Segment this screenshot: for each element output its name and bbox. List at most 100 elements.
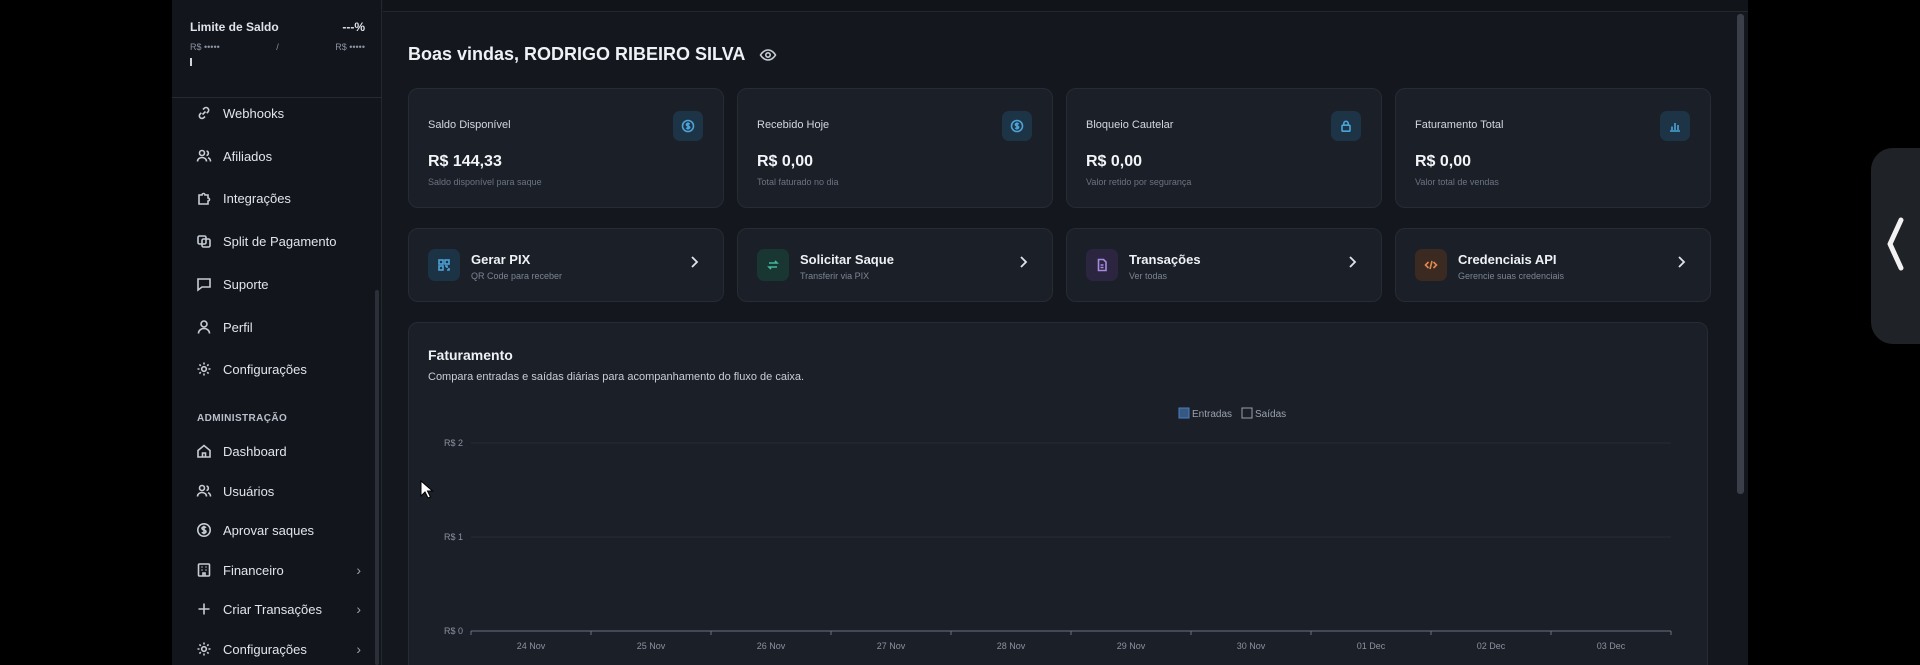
stat-value: R$ 0,00 <box>757 153 814 170</box>
x-tick-label: 28 Nov <box>997 641 1026 651</box>
chevron-right-icon: › <box>356 641 361 657</box>
x-tick-label: 24 Nov <box>517 641 546 651</box>
balance-limit-separator: / <box>276 42 279 52</box>
sidebar: Limite de Saldo ---% R$ ••••• / R$ •••••… <box>172 0 382 665</box>
sidebar-item-label: Usuários <box>223 483 275 499</box>
y-tick-label: R$ 0 <box>444 626 463 636</box>
chevron-right-icon <box>1678 256 1686 268</box>
home-icon <box>196 443 212 459</box>
dollar-circle-icon <box>196 522 212 538</box>
stat-value: R$ 144,33 <box>428 153 502 170</box>
stat-label: Faturamento Total <box>1415 119 1504 131</box>
x-tick-label: 30 Nov <box>1237 641 1266 651</box>
stat-label: Bloqueio Cautelar <box>1086 119 1174 131</box>
sidebar-item-dashboard[interactable]: Dashboard <box>196 439 361 463</box>
mouse-cursor-icon <box>420 480 434 499</box>
dollar-icon <box>1002 111 1032 141</box>
action-transacoes[interactable]: Transações Ver todas <box>1066 228 1382 302</box>
split-icon <box>196 233 212 249</box>
stat-label: Saldo Disponível <box>428 119 511 131</box>
sidebar-item-criar-transacoes[interactable]: Criar Transações › <box>196 597 361 621</box>
y-tick-label: R$ 1 <box>444 532 463 542</box>
x-tick-label: 29 Nov <box>1117 641 1146 651</box>
balance-limit-title: Limite de Saldo <box>190 20 279 34</box>
sidebar-item-webhooks[interactable]: Webhooks <box>196 101 361 125</box>
sidebar-item-split-de-pagamento[interactable]: Split de Pagamento <box>196 229 361 253</box>
sidebar-item-label: Dashboard <box>223 443 287 459</box>
balance-limit-percent: ---% <box>342 20 365 34</box>
puzzle-icon <box>196 190 212 206</box>
balance-limit-widget: Limite de Saldo ---% R$ ••••• / R$ ••••• <box>190 20 365 66</box>
sidebar-item-label: Financeiro <box>223 562 284 578</box>
stat-card-bloqueio-cautelar: Bloqueio Cautelar R$ 0,00 Valor retido p… <box>1066 88 1382 208</box>
sidebar-item-suporte[interactable]: Suporte <box>196 272 361 296</box>
chevron-right-icon: › <box>356 562 361 578</box>
action-subtitle: QR Code para receber <box>471 271 563 281</box>
action-subtitle: Gerencie suas credenciais <box>1458 271 1565 281</box>
top-bar <box>383 0 1748 12</box>
stat-card-faturamento-total: Faturamento Total R$ 0,00 Valor total de… <box>1395 88 1711 208</box>
action-gerar-pix[interactable]: Gerar PIX QR Code para receber <box>408 228 724 302</box>
sidebar-item-configuracoes[interactable]: Configurações <box>196 357 361 381</box>
gear-icon <box>196 641 212 657</box>
bank-icon <box>196 562 212 578</box>
stat-value: R$ 0,00 <box>1415 153 1472 170</box>
sidebar-item-label: Configurações <box>223 361 307 377</box>
stat-card-recebido-hoje: Recebido Hoje R$ 0,00 Total faturado no … <box>737 88 1053 208</box>
balance-limit-progress <box>190 58 192 66</box>
side-panel-handle[interactable] <box>1871 148 1920 344</box>
action-subtitle: Transferir via PIX <box>800 271 870 281</box>
action-solicitar-saque[interactable]: Solicitar Saque Transferir via PIX <box>737 228 1053 302</box>
action-credenciais-api[interactable]: Credenciais API Gerencie suas credenciai… <box>1395 228 1711 302</box>
stat-label: Recebido Hoje <box>757 119 830 131</box>
stat-value: R$ 0,00 <box>1086 153 1143 170</box>
main-scrollbar[interactable] <box>1737 14 1744 494</box>
x-tick-label: 26 Nov <box>757 641 786 651</box>
balance-limit-max: R$ ••••• <box>335 42 365 52</box>
user-icon <box>196 319 212 335</box>
action-subtitle: Ver todas <box>1129 271 1168 281</box>
chevron-left-icon <box>1887 217 1904 271</box>
chevron-right-icon <box>1349 256 1357 268</box>
chevron-right-icon <box>1020 256 1028 268</box>
section-heading-admin: ADMINISTRAÇÃO <box>197 413 288 424</box>
sidebar-item-aprovar-saques[interactable]: Aprovar saques <box>196 518 361 542</box>
sidebar-item-perfil[interactable]: Perfil <box>196 315 361 339</box>
x-tick-label: 01 Dec <box>1357 641 1386 651</box>
sidebar-item-label: Configurações <box>223 641 307 657</box>
action-title: Solicitar Saque <box>800 252 894 267</box>
stat-subtitle: Total faturado no dia <box>757 177 839 187</box>
link-icon <box>196 105 212 121</box>
x-tick-label: 02 Dec <box>1477 641 1506 651</box>
sidebar-item-usuarios[interactable]: Usuários <box>196 479 361 503</box>
sidebar-item-financeiro[interactable]: Financeiro › <box>196 558 361 582</box>
y-tick-label: R$ 2 <box>444 438 463 448</box>
users-icon <box>196 483 212 499</box>
action-title: Gerar PIX <box>471 252 531 267</box>
welcome-text: Boas vindas, RODRIGO RIBEIRO SILVA <box>408 44 746 64</box>
x-tick-label: 25 Nov <box>637 641 666 651</box>
legend-swatch <box>1178 407 1190 419</box>
gear-icon <box>196 361 212 377</box>
chart-panel-faturamento: Faturamento Compara entradas e saídas di… <box>408 322 1708 665</box>
eye-icon[interactable] <box>759 46 777 64</box>
users-icon <box>196 148 212 164</box>
sidebar-item-label: Aprovar saques <box>223 522 315 538</box>
bar-chart-icon <box>1660 111 1690 141</box>
balance-limit-current: R$ ••••• <box>190 42 220 52</box>
sidebar-scrollbar[interactable] <box>375 290 379 665</box>
sidebar-item-integracoes[interactable]: Integrações <box>196 186 361 210</box>
sidebar-item-label: Integrações <box>223 190 291 206</box>
code-icon <box>1415 249 1447 281</box>
sidebar-item-admin-configuracoes[interactable]: Configurações › <box>196 637 361 661</box>
chevron-right-icon <box>691 256 699 268</box>
lock-icon <box>1331 111 1361 141</box>
sidebar-item-afiliados[interactable]: Afiliados <box>196 144 361 168</box>
chevron-right-icon: › <box>356 601 361 617</box>
document-icon <box>1086 249 1118 281</box>
sidebar-item-label: Suporte <box>223 276 269 292</box>
sidebar-item-label: Afiliados <box>223 148 273 164</box>
legend-label: Saídas <box>1255 409 1286 420</box>
action-title: Credenciais API <box>1458 252 1557 267</box>
stat-card-saldo-disponivel: Saldo Disponível R$ 144,33 Saldo disponí… <box>408 88 724 208</box>
